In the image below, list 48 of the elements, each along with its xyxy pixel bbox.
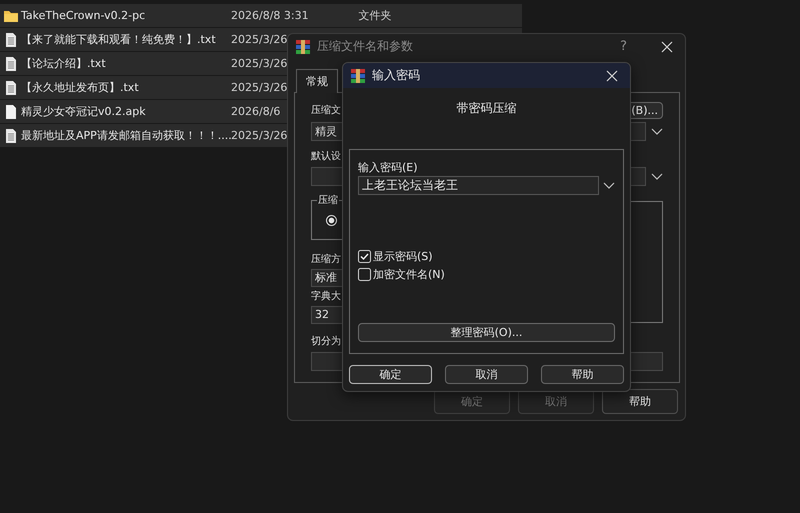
file-date: 2026/8/8 3:31 (231, 9, 309, 22)
file-name: 精灵少女夺冠记v0.2.apk (21, 104, 147, 119)
blank-file-icon (3, 104, 19, 120)
file-name: 【来了就能下载和观看！纯免费！】.txt (21, 32, 217, 47)
file-name: 【永久地址发布页】.txt (21, 80, 140, 95)
folder-icon (3, 8, 19, 22)
file-date: 2025/3/26 (231, 33, 288, 46)
manage-passwords-button[interactable]: 整理密码(O)... (358, 323, 615, 342)
close-icon (661, 40, 673, 52)
close-icon (606, 70, 618, 82)
archive-icon (295, 38, 311, 54)
file-date: 2026/8/6 (231, 105, 280, 118)
tab[interactable]: 常规 (296, 69, 338, 93)
field-label: 切分为 (311, 334, 341, 349)
file-name: 最新地址及APP请发邮箱自动获取！！！.... (21, 128, 231, 143)
field-label: 默认设 (311, 150, 341, 164)
file-date: 2025/3/26 (231, 81, 288, 94)
checkbox-label: 加密文件名(N) (373, 267, 445, 282)
dialog-button[interactable]: 确定 (349, 365, 432, 384)
archive-icon (350, 68, 366, 84)
field-label: 输入密码(E) (358, 160, 419, 174)
radio-button[interactable] (326, 215, 337, 226)
group-label: 压缩 (317, 193, 339, 207)
file-type: 文件夹 (358, 8, 392, 23)
checkbox[interactable] (358, 268, 371, 281)
file-row[interactable]: TakeTheCrown-v0.2-pc 2026/8/8 3:31 文件夹 (0, 4, 522, 27)
checkbox-label: 显示密码(S) (373, 249, 433, 264)
document-icon (3, 56, 19, 72)
file-date: 2025/3/26 (231, 57, 288, 70)
dialog-button[interactable]: 帮助 (602, 389, 678, 414)
field-label: 字典大 (311, 290, 341, 304)
field-label: 压缩文 (311, 104, 341, 118)
file-date: 2025/3/26 (231, 129, 288, 142)
field-label: 压缩方 (311, 252, 341, 267)
dialog-heading: 带密码压缩 (456, 100, 518, 116)
document-icon (3, 80, 19, 96)
chevron-icon (651, 172, 663, 180)
checkbox[interactable] (358, 250, 371, 263)
chevron-icon (603, 182, 615, 190)
help-button[interactable]: ? (620, 39, 627, 54)
chevron-icon (651, 128, 663, 136)
document-icon (3, 32, 19, 48)
dialog-button[interactable]: 取消 (445, 365, 528, 384)
password-field[interactable]: 上老王论坛当老王 (358, 176, 599, 195)
document-icon (3, 128, 19, 144)
file-name: 【论坛介绍】.txt (21, 56, 107, 71)
file-name: TakeTheCrown-v0.2-pc (21, 9, 146, 22)
dialog-button[interactable]: 帮助 (541, 365, 624, 384)
